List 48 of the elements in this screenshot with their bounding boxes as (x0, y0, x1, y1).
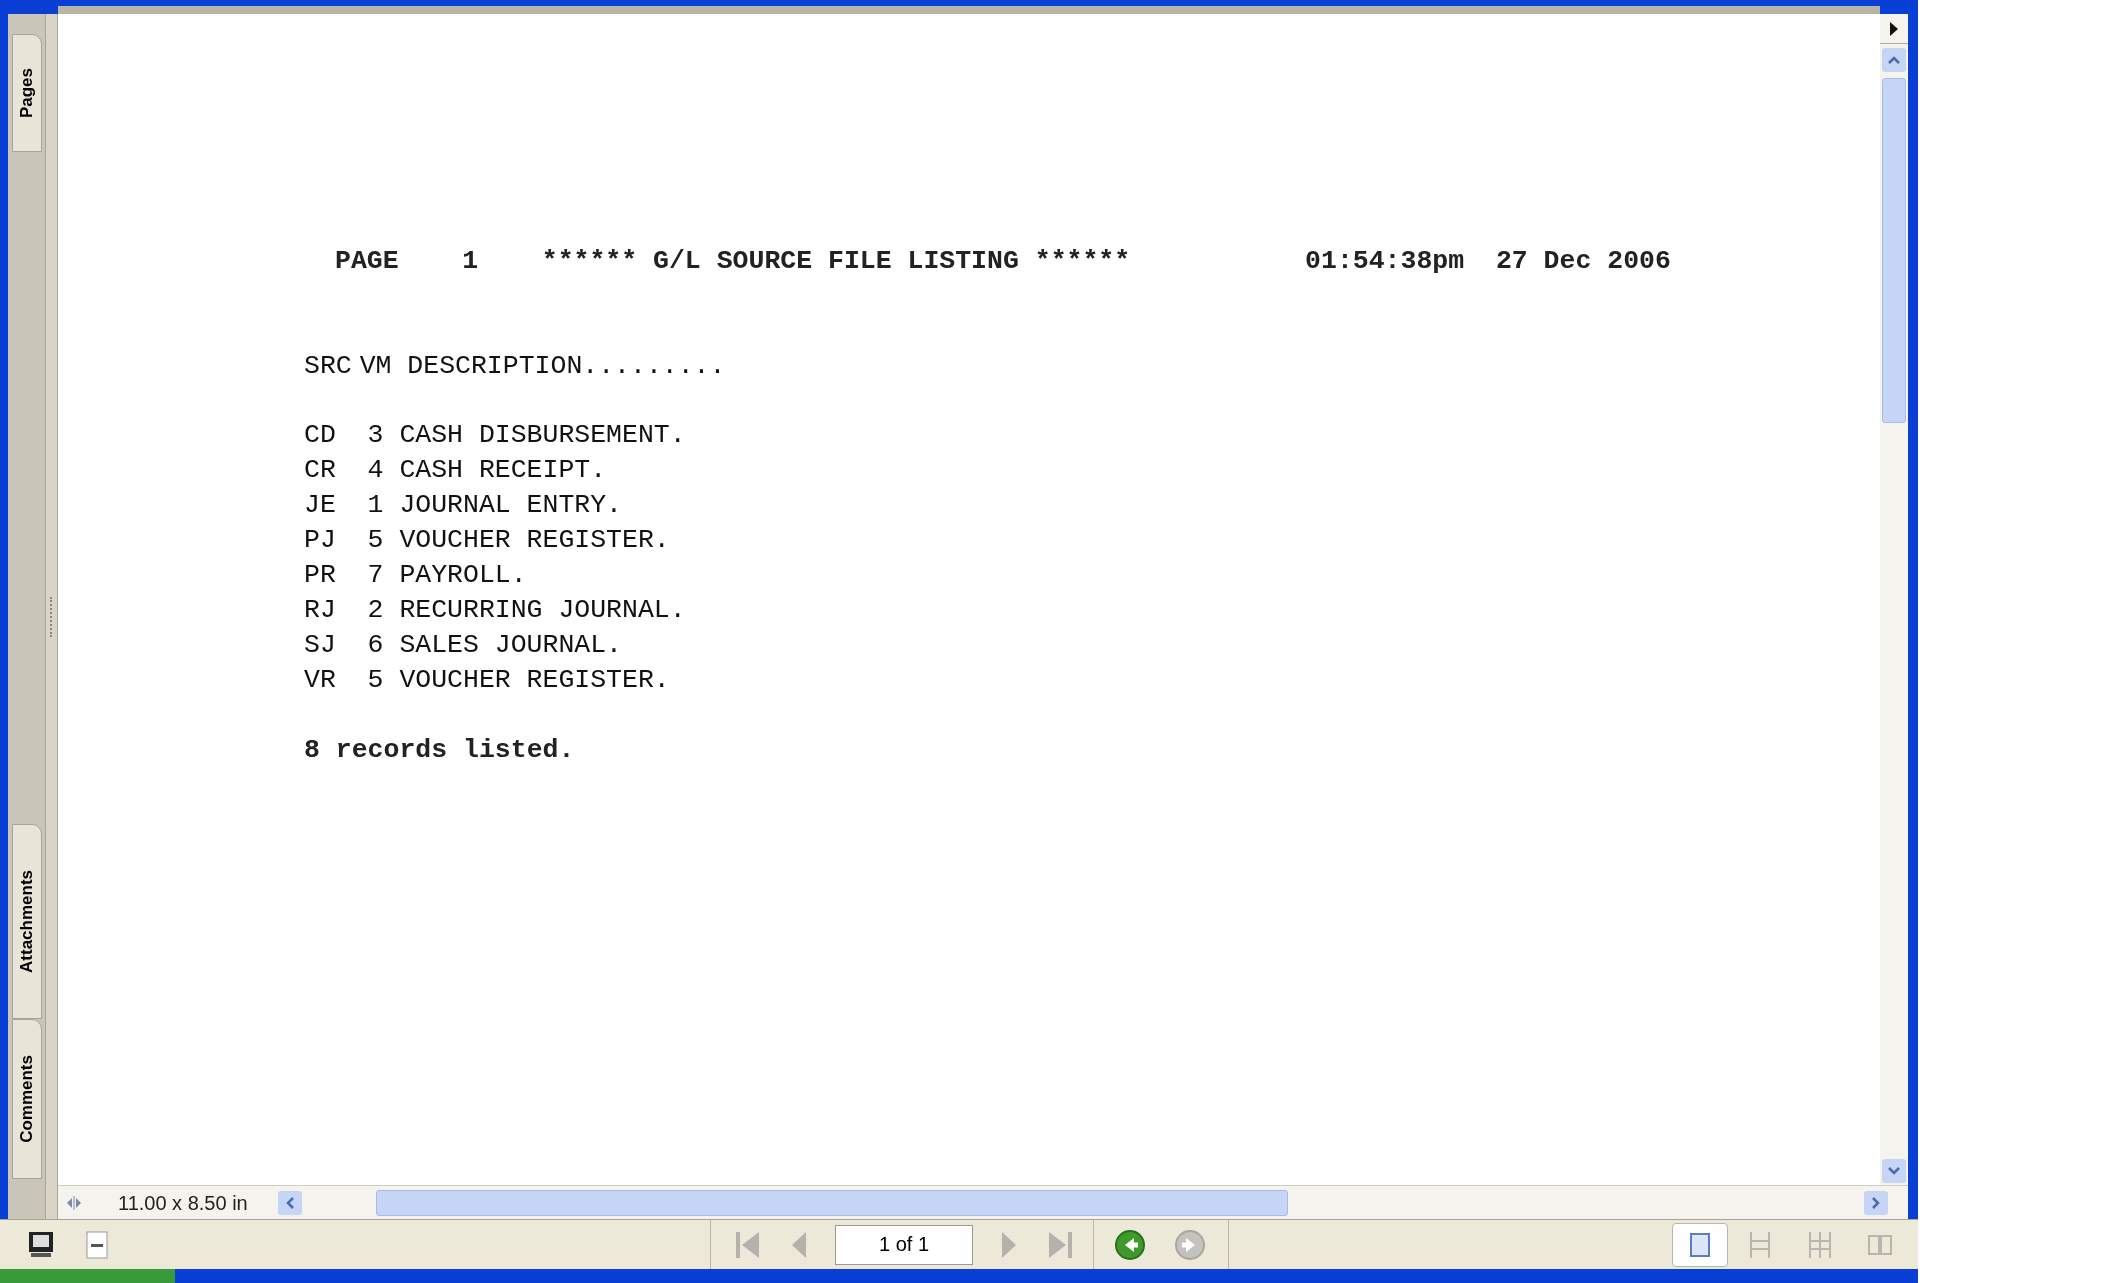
side-tab[interactable]: Attachments (11, 824, 42, 1019)
scroll-left-icon[interactable] (278, 1190, 302, 1215)
report-time: 01:54:38pm (1305, 245, 1465, 278)
report-title: ****** G/L SOURCE FILE LISTING ****** (541, 245, 1131, 278)
scroll-up-icon[interactable] (1882, 48, 1906, 72)
table-cell-text: 3 (367, 419, 384, 452)
scroll-down-icon[interactable] (1882, 1159, 1906, 1183)
horizontal-scroll-thumb[interactable] (376, 1189, 1288, 1216)
panel-splitter[interactable] (45, 14, 58, 1219)
vertical-scrollbar[interactable] (1880, 14, 1908, 1185)
table-cell-text: 4 (367, 454, 384, 487)
table-cell-text: CD (304, 419, 337, 452)
table-cell-text: CR (304, 454, 337, 487)
report-date: 27 Dec 2006 (1495, 245, 1671, 278)
table-cell-text: PAYROLL. (399, 559, 527, 592)
table-cell-text: 5 (367, 524, 384, 557)
table-cell-text: VR (304, 664, 337, 697)
table-cell-text: PR (304, 559, 337, 592)
table-cell-text: 6 (367, 629, 384, 662)
page-number: 1 (462, 245, 479, 278)
side-tab[interactable]: Comments (11, 1019, 42, 1179)
table-cell-text: JOURNAL ENTRY. (399, 489, 623, 522)
table-cell-text: PJ (304, 524, 337, 557)
scroll-thumb[interactable] (1882, 78, 1906, 423)
column-header: VM (359, 350, 393, 383)
table-cell-text: 2 (367, 594, 384, 627)
table-cell-text: RECURRING JOURNAL. (399, 594, 686, 627)
table-cell-text: 5 (367, 664, 384, 697)
table-cell-text: 7 (367, 559, 384, 592)
table-cell-text: CASH RECEIPT. (399, 454, 607, 487)
monitor-icon[interactable] (26, 1229, 56, 1260)
table-cell-text: SALES JOURNAL. (399, 629, 623, 662)
column-header: SRC (304, 350, 353, 383)
document-icon[interactable] (84, 1229, 110, 1260)
page-label: PAGE (335, 245, 399, 278)
table-cell-text: VOUCHER REGISTER. (399, 524, 670, 557)
page-number-field[interactable]: 1 of 1 (835, 1224, 973, 1265)
table-cell-text: SJ (304, 629, 337, 662)
side-tab[interactable]: Pages (11, 34, 42, 152)
column-header: DESCRIPTION......... (407, 350, 726, 383)
record-count: 8 records listed. (304, 734, 576, 767)
page-size-label: 11.00 x 8.50 in (118, 1190, 249, 1216)
table-cell-text: 1 (367, 489, 384, 522)
scroll-right-icon[interactable] (1864, 1190, 1888, 1215)
table-cell-text: JE (304, 489, 337, 522)
table-cell-text: VOUCHER REGISTER. (399, 664, 670, 697)
table-cell-text: RJ (304, 594, 337, 627)
table-cell-text: CASH DISBURSEMENT. (399, 419, 686, 452)
